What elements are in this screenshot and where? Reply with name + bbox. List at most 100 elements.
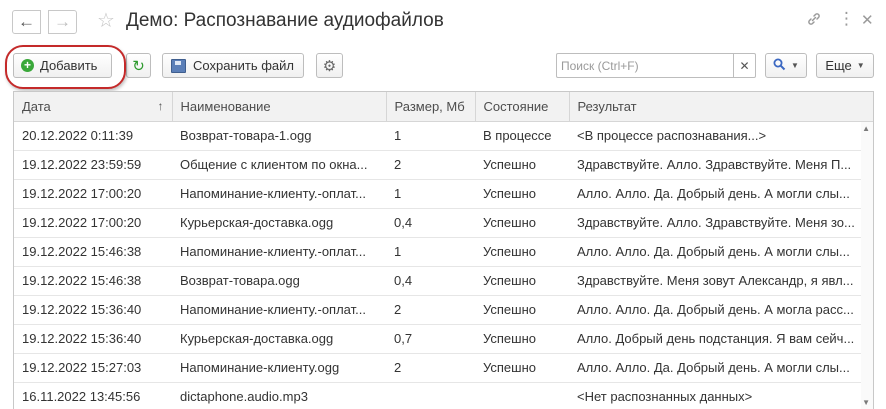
column-label-date: Дата <box>22 98 51 114</box>
column-header-state[interactable]: Состояние <box>475 92 570 122</box>
scroll-down-icon[interactable]: ▼ <box>862 399 870 407</box>
search-input[interactable] <box>557 54 733 77</box>
chevron-down-icon: ▼ <box>856 61 865 70</box>
cell-result: Алло. Добрый день подстанция. Я вам сейч… <box>569 324 873 354</box>
star-icon[interactable]: ☆ <box>97 9 115 33</box>
column-label-result: Результат <box>577 98 637 114</box>
search-icon <box>773 58 786 74</box>
cell-name: Напоминание-клиенту.-оплат... <box>172 295 386 325</box>
gear-icon: ⚙ <box>322 57 337 75</box>
save-file-label: Сохранить файл <box>193 58 294 73</box>
table-row[interactable]: 19.12.2022 15:46:38 Возврат-товара.ogg 0… <box>14 266 873 296</box>
more-button[interactable]: Еще ▼ <box>816 53 874 78</box>
cell-date: 19.12.2022 15:36:40 <box>14 324 172 354</box>
table-header-row: Дата ↑ Наименование Размер, Мб Состояние… <box>14 92 873 122</box>
cell-date: 19.12.2022 15:27:03 <box>14 353 172 383</box>
table-row[interactable]: 19.12.2022 15:46:38 Напоминание-клиенту.… <box>14 237 873 267</box>
cell-state: Успешно <box>475 266 569 296</box>
more-button-label: Еще <box>825 58 852 73</box>
cell-date: 16.11.2022 13:45:56 <box>14 382 172 409</box>
cell-result: Алло. Алло. Да. Добрый день. А могли слы… <box>569 237 873 267</box>
cell-result: Здравствуйте. Алло. Здравствуйте. Меня з… <box>569 208 873 238</box>
cell-name: Курьерская-доставка.ogg <box>172 324 386 354</box>
search-button[interactable]: ▼ <box>765 53 807 78</box>
add-button-label: Добавить <box>40 58 98 73</box>
cell-size: 1 <box>386 179 475 209</box>
cell-date: 19.12.2022 15:36:40 <box>14 295 172 325</box>
cell-state: Успешно <box>475 324 569 354</box>
column-header-date[interactable]: Дата ↑ <box>14 92 173 122</box>
cell-result: Здравствуйте. Меня зовут Александр, я яв… <box>569 266 873 296</box>
table-row[interactable]: 19.12.2022 17:00:20 Курьерская-доставка.… <box>14 208 873 238</box>
cell-size: 0,7 <box>386 324 475 354</box>
cell-result: Алло. Алло. Да. Добрый день. А могли слы… <box>569 179 873 209</box>
cell-state: В процессе <box>475 121 569 151</box>
cell-result: Алло. Алло. Да. Добрый день. А могла рас… <box>569 295 873 325</box>
cell-state: Успешно <box>475 150 569 180</box>
cell-date: 19.12.2022 15:46:38 <box>14 266 172 296</box>
cell-state: Успешно <box>475 353 569 383</box>
cell-result: Здравствуйте. Алло. Здравствуйте. Меня П… <box>569 150 873 180</box>
cell-result: Алло. Алло. Да. Добрый день. А могли слы… <box>569 353 873 383</box>
column-label-name: Наименование <box>180 98 271 114</box>
add-icon: + <box>21 59 34 72</box>
close-icon[interactable]: ✕ <box>861 11 874 31</box>
cell-size: 0,4 <box>386 208 475 238</box>
add-button[interactable]: + Добавить <box>13 53 112 78</box>
cell-size: 1 <box>386 121 475 151</box>
search-field[interactable]: ✕ <box>556 53 756 78</box>
table-row[interactable]: 20.12.2022 0:11:39 Возврат-товара-1.ogg … <box>14 121 873 151</box>
cell-size: 2 <box>386 295 475 325</box>
back-button[interactable]: ← <box>12 10 41 34</box>
table-row[interactable]: 16.11.2022 13:45:56 dictaphone.audio.mp3… <box>14 382 873 409</box>
save-icon <box>171 58 186 73</box>
cell-state: Успешно <box>475 237 569 267</box>
vertical-scrollbar[interactable]: ▲ ▼ <box>861 122 873 409</box>
cell-state: Успешно <box>475 295 569 325</box>
cell-date: 19.12.2022 17:00:20 <box>14 208 172 238</box>
cell-name: dictaphone.audio.mp3 <box>172 382 386 409</box>
cell-name: Напоминание-клиенту.ogg <box>172 353 386 383</box>
cell-state <box>475 382 569 409</box>
cell-result: <Нет распознанных данных> <box>569 382 873 409</box>
chevron-down-icon: ▼ <box>791 61 799 70</box>
clear-search-button[interactable]: ✕ <box>733 54 755 77</box>
save-file-button[interactable]: Сохранить файл <box>162 53 304 78</box>
link-icon[interactable] <box>806 11 822 33</box>
scroll-up-icon[interactable]: ▲ <box>862 125 870 133</box>
audio-files-table: Дата ↑ Наименование Размер, Мб Состояние… <box>13 91 874 409</box>
forward-button[interactable]: → <box>48 10 77 34</box>
refresh-button[interactable]: ↻ <box>126 53 151 78</box>
table-row[interactable]: 19.12.2022 15:36:40 Курьерская-доставка.… <box>14 324 873 354</box>
table-row[interactable]: 19.12.2022 23:59:59 Общение с клиентом п… <box>14 150 873 180</box>
cell-name: Возврат-товара.ogg <box>172 266 386 296</box>
cell-name: Общение с клиентом по окна... <box>172 150 386 180</box>
arrow-left-icon: ← <box>18 12 35 31</box>
arrow-right-icon: → <box>54 12 71 31</box>
column-header-name[interactable]: Наименование <box>172 92 387 122</box>
column-label-state: Состояние <box>483 98 549 114</box>
cell-date: 19.12.2022 23:59:59 <box>14 150 172 180</box>
table-row[interactable]: 19.12.2022 15:36:40 Напоминание-клиенту.… <box>14 295 873 325</box>
column-label-size: Размер, Мб <box>394 98 465 114</box>
cell-name: Напоминание-клиенту.-оплат... <box>172 179 386 209</box>
sort-up-icon: ↑ <box>157 98 164 113</box>
column-header-size[interactable]: Размер, Мб <box>386 92 476 122</box>
settings-button[interactable]: ⚙ <box>316 53 343 78</box>
refresh-icon: ↻ <box>132 57 145 75</box>
cell-name: Курьерская-доставка.ogg <box>172 208 386 238</box>
cell-size: 0,4 <box>386 266 475 296</box>
table-row[interactable]: 19.12.2022 17:00:20 Напоминание-клиенту.… <box>14 179 873 209</box>
cell-state: Успешно <box>475 208 569 238</box>
column-header-result[interactable]: Результат <box>569 92 873 122</box>
cell-name: Напоминание-клиенту.-оплат... <box>172 237 386 267</box>
more-vertical-icon[interactable]: ⋮ <box>838 9 855 29</box>
cell-name: Возврат-товара-1.ogg <box>172 121 386 151</box>
cell-result: <В процессе распознавания...> <box>569 121 873 151</box>
cell-date: 20.12.2022 0:11:39 <box>14 121 172 151</box>
cell-state: Успешно <box>475 179 569 209</box>
form-header: ← → ☆ Демо: Распознавание аудиофайлов ⋮ … <box>0 0 886 44</box>
cell-size: 2 <box>386 150 475 180</box>
cell-date: 19.12.2022 15:46:38 <box>14 237 172 267</box>
table-row[interactable]: 19.12.2022 15:27:03 Напоминание-клиенту.… <box>14 353 873 383</box>
